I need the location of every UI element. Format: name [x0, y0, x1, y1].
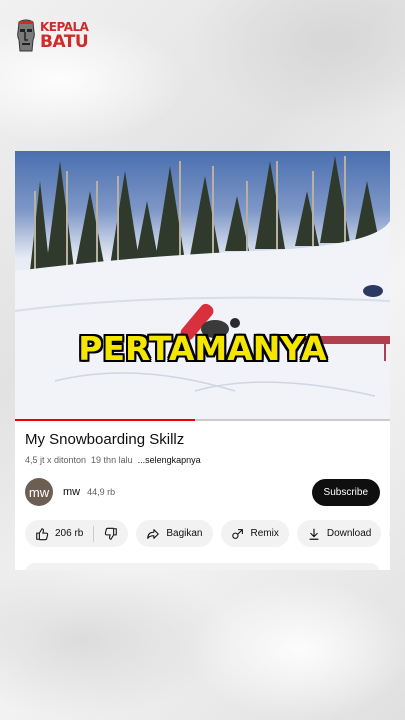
video-meta: 4,5 jt x ditonton 19 thn lalu ...selengk… [25, 455, 380, 465]
like-divider [93, 525, 95, 542]
video-caption: PERTAMANYA [78, 329, 327, 368]
like-count[interactable]: 206 rb [55, 528, 83, 539]
kepala-batu-logo: KEPALA BATU [14, 18, 89, 54]
share-icon [147, 528, 160, 539]
remix-label: Remix [250, 528, 279, 539]
video-info: My Snowboarding Skillz 4,5 jt x ditonton… [15, 431, 390, 547]
thumbs-down-icon[interactable] [104, 527, 118, 541]
video-player[interactable]: PERTAMANYA [15, 151, 390, 421]
thumbs-up-icon[interactable] [35, 527, 49, 541]
remix-icon [231, 528, 243, 539]
logo-line-2: BATU [40, 31, 89, 52]
video-title: My Snowboarding Skillz [25, 431, 185, 448]
channel-avatar[interactable]: mw [25, 478, 53, 506]
video-progress-fill [15, 419, 195, 421]
download-label: Download [326, 528, 372, 539]
view-count: 4,5 jt x ditonton [25, 455, 87, 465]
subscriber-count: 44,9 rb [87, 487, 116, 497]
channel-name[interactable]: mw [63, 486, 80, 498]
upload-age: 19 thn lalu [91, 455, 133, 465]
save-button[interactable] [389, 520, 390, 547]
like-dislike-group: 206 rb [25, 520, 129, 547]
action-bar: 206 rb Bagikan Remix Download [25, 520, 390, 547]
show-more-link[interactable]: ...selengkapnya [138, 455, 201, 465]
comments-preview[interactable] [25, 563, 380, 570]
snow-scene-illustration [15, 156, 390, 421]
share-label: Bagikan [166, 528, 203, 539]
channel-row: mw mw 44,9 rb Subscribe [25, 478, 380, 506]
download-button[interactable]: Download [296, 520, 382, 547]
download-icon [309, 528, 319, 540]
subscribe-button[interactable]: Subscribe [311, 478, 380, 506]
video-progress-bar[interactable] [15, 419, 390, 421]
remix-button[interactable]: Remix [220, 520, 289, 547]
youtube-video-card: PERTAMANYA My Snowboarding Skillz 4,5 jt… [15, 151, 390, 570]
stone-head-icon [17, 19, 35, 52]
share-button[interactable]: Bagikan [136, 520, 213, 547]
